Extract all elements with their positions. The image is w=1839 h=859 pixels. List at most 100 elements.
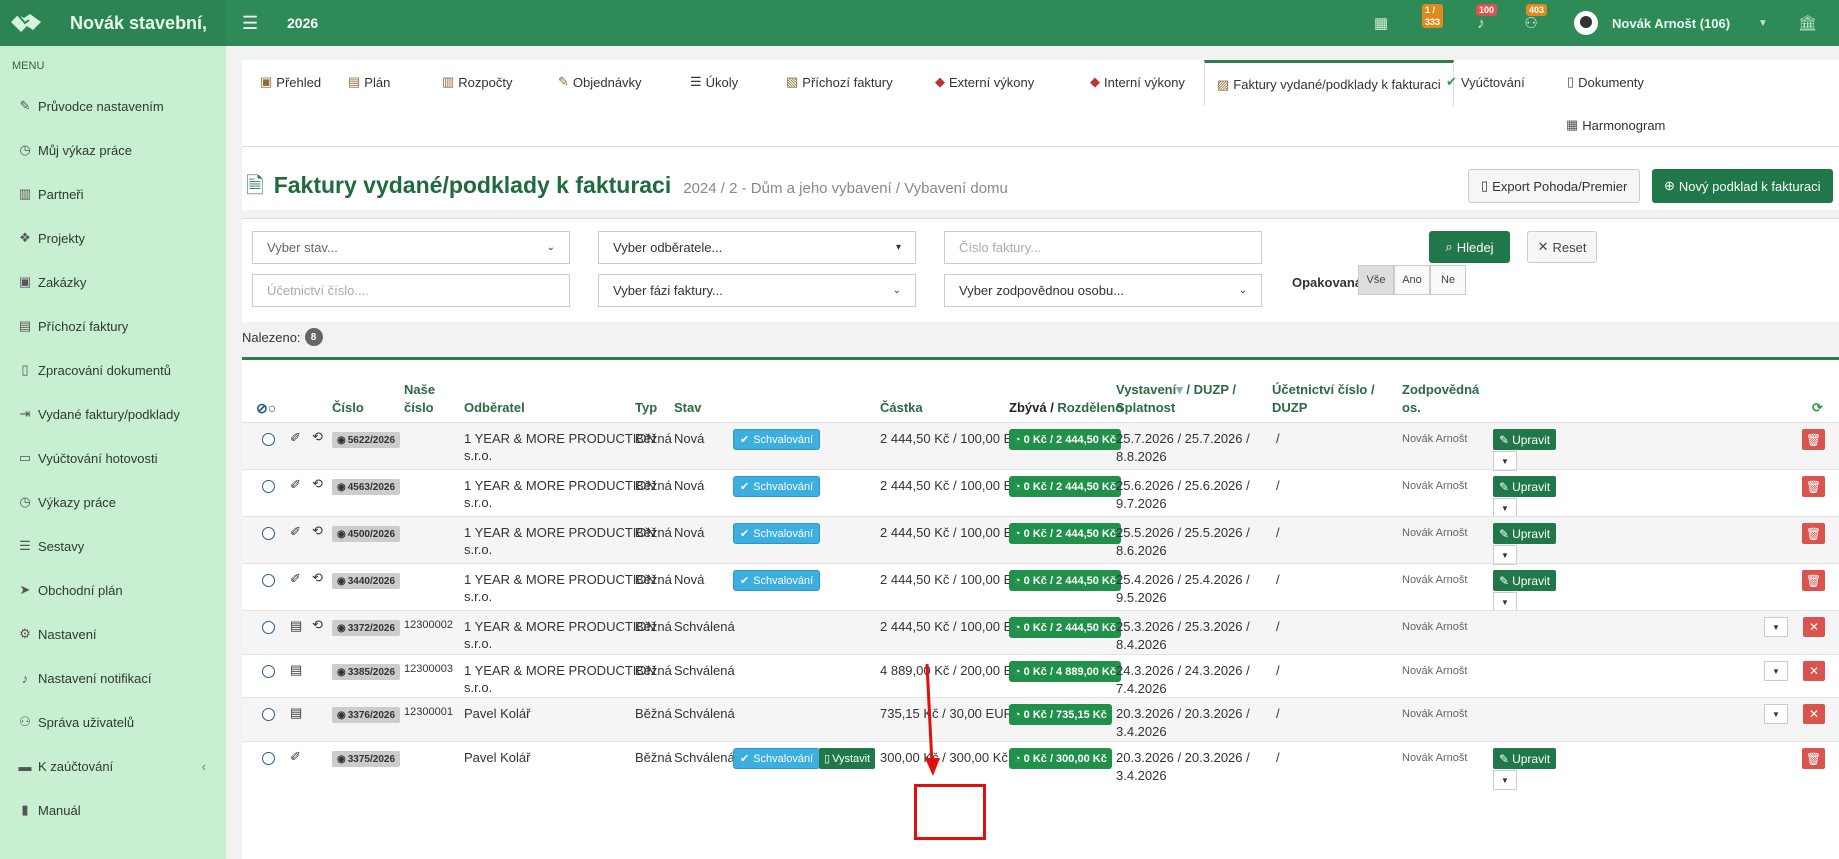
approval-badge[interactable]: ✔ Schvalování: [733, 570, 821, 591]
accounting-number-input[interactable]: Účetnictví číslo....: [252, 274, 570, 307]
issue-button[interactable]: ▯ Vystavit: [819, 748, 876, 769]
wand-icon[interactable]: ✐: [290, 571, 301, 587]
sidebar-item-5[interactable]: ▤ Příchozí faktury: [0, 304, 226, 348]
sidebar-item-7[interactable]: ⇥ Vydané faktury/podklady: [0, 392, 226, 436]
sidebar-item-2[interactable]: ▥ Partneři: [0, 172, 226, 216]
sidebar-item-11[interactable]: ➤ Obchodní plán: [0, 568, 226, 612]
wand-icon[interactable]: ✐: [290, 477, 301, 493]
sidebar-item-13[interactable]: ♪ Nastavení notifikací: [0, 656, 226, 700]
select-all-icon[interactable]: ⊘○: [256, 400, 276, 417]
wand-icon[interactable]: ✐: [290, 524, 301, 540]
more-dropdown[interactable]: ▼: [1764, 704, 1788, 724]
tab-ukoly[interactable]: ☰ Úkoly: [678, 60, 750, 104]
sidebar-item-10[interactable]: ☰ Sestavy: [0, 524, 226, 568]
tab-vyuctovani[interactable]: ✔ Vyúčtování: [1434, 60, 1537, 104]
col-odberatel[interactable]: Odběratel: [464, 400, 525, 415]
invoice-number-badge[interactable]: ◉ 4500/2026: [332, 526, 401, 542]
sidebar-item-0[interactable]: ✎ Průvodce nastavením: [0, 84, 226, 128]
more-dropdown[interactable]: ▼: [1493, 451, 1517, 471]
sidebar-item-15[interactable]: ▬ K zaúčtování ‹: [0, 744, 226, 788]
hamburger-menu-icon[interactable]: ☰: [242, 13, 262, 34]
bell-icon[interactable]: ♪ 100: [1470, 4, 1498, 34]
people-icon[interactable]: ⚇ 403: [1520, 4, 1548, 34]
edit-button[interactable]: ✎ Upravit: [1493, 429, 1557, 450]
delete-button[interactable]: 🗑: [1802, 748, 1825, 769]
invoice-number-badge[interactable]: ◉ 3376/2026: [332, 707, 401, 723]
approval-badge[interactable]: ✔ Schvalování: [733, 429, 821, 450]
sidebar-item-9[interactable]: ◷ Výkazy práce: [0, 480, 226, 524]
col-stav[interactable]: Stav: [674, 400, 701, 415]
tab-harmonogram[interactable]: ▦ Harmonogram: [1554, 103, 1677, 147]
tab-prehled[interactable]: ▣ Přehled: [248, 60, 333, 104]
invoice-number-input[interactable]: Číslo faktury...: [944, 231, 1262, 264]
tab-prichozi-faktury[interactable]: ▧ Příchozí faktury: [774, 60, 905, 104]
tab-plan[interactable]: ▤ Plán: [336, 60, 402, 104]
sidebar-item-12[interactable]: ⚙ Nastavení: [0, 612, 226, 656]
sidebar-item-14[interactable]: ⚇ Správa uživatelů: [0, 700, 226, 744]
invoice-number-badge[interactable]: ◉ 3372/2026: [332, 620, 401, 636]
sidebar-item-8[interactable]: ▭ Vyúčtování hotovosti: [0, 436, 226, 480]
tab-faktury-vydane[interactable]: ▨ Faktury vydané/podklady k fakturaci: [1204, 60, 1454, 106]
edit-button[interactable]: ✎ Upravit: [1493, 748, 1557, 769]
cancel-button[interactable]: ✕: [1803, 661, 1825, 681]
tab-objednavky[interactable]: ✎ Objednávky: [546, 60, 654, 104]
new-invoice-button[interactable]: ⊕ Nový podklad k fakturaci: [1652, 169, 1833, 203]
col-cislo[interactable]: Číslo: [332, 400, 364, 415]
sidebar-item-16[interactable]: ▮ Manuál: [0, 788, 226, 832]
row-radio[interactable]: [262, 574, 275, 587]
row-radio[interactable]: [262, 527, 275, 540]
bank-icon[interactable]: 🏛: [1798, 14, 1817, 32]
invoice-number-badge[interactable]: ◉ 3440/2026: [332, 573, 401, 589]
row-radio[interactable]: [262, 621, 275, 634]
row-radio[interactable]: [262, 752, 275, 765]
more-dropdown[interactable]: ▼: [1493, 498, 1517, 518]
more-dropdown[interactable]: ▼: [1493, 545, 1517, 565]
edit-button[interactable]: ✎ Upravit: [1493, 523, 1557, 544]
more-dropdown[interactable]: ▼: [1493, 592, 1517, 612]
more-dropdown[interactable]: ▼: [1493, 770, 1517, 790]
row-radio[interactable]: [262, 433, 275, 446]
wand-icon[interactable]: ✐: [290, 430, 301, 446]
approval-badge[interactable]: ✔ Schvalování: [733, 748, 821, 769]
delete-button[interactable]: 🗑: [1802, 523, 1825, 544]
col-castka[interactable]: Částka: [880, 400, 923, 415]
sidebar-item-1[interactable]: ◷ Můj výkaz práce: [0, 128, 226, 172]
delete-button[interactable]: 🗑: [1802, 570, 1825, 591]
customer-select[interactable]: Vyber odběratele... ▾: [598, 231, 916, 264]
delete-button[interactable]: 🗑: [1802, 476, 1825, 497]
more-dropdown[interactable]: ▼: [1764, 661, 1788, 681]
cancel-button[interactable]: ✕: [1803, 617, 1825, 637]
sidebar-item-6[interactable]: ▯ Zpracování dokumentů: [0, 348, 226, 392]
invoice-number-badge[interactable]: ◉ 3375/2026: [332, 751, 401, 767]
recurring-yes-button[interactable]: Ano: [1394, 265, 1430, 295]
calendar-icon[interactable]: ▦: [1370, 12, 1392, 34]
year-selector[interactable]: 2026: [287, 15, 318, 31]
col-vystaveni[interactable]: Vystavení▾ / DUZP /: [1116, 382, 1236, 398]
row-radio[interactable]: [262, 480, 275, 493]
sidebar-item-3[interactable]: ❖ Projekty: [0, 216, 226, 260]
cancel-button[interactable]: ✕: [1803, 704, 1825, 724]
tab-externi-vykony[interactable]: ◆ Externí výkony: [923, 60, 1046, 104]
invoice-number-badge[interactable]: ◉ 5622/2026: [332, 432, 401, 448]
delete-button[interactable]: 🗑: [1802, 429, 1825, 450]
invoice-number-badge[interactable]: ◉ 3385/2026: [332, 664, 401, 680]
col-typ[interactable]: Typ: [635, 400, 657, 415]
person-select[interactable]: Vyber zodpovědnou osobu... ⌄: [944, 274, 1262, 307]
edit-button[interactable]: ✎ Upravit: [1493, 570, 1557, 591]
tab-dokumenty[interactable]: ▯ Dokumenty: [1555, 60, 1656, 104]
tasks-icon[interactable]: ☷1 / 333: [1420, 4, 1444, 34]
invoice-number-badge[interactable]: ◉ 4563/2026: [332, 479, 401, 495]
refresh-icon[interactable]: ⟳: [1812, 400, 1823, 416]
recurring-all-button[interactable]: Vše: [1358, 265, 1394, 295]
edit-button[interactable]: ✎ Upravit: [1493, 476, 1557, 497]
user-menu[interactable]: Novák Arnošt (106) ▼: [1574, 11, 1768, 35]
more-dropdown[interactable]: ▼: [1764, 617, 1788, 637]
state-select[interactable]: Vyber stav... ⌄: [252, 231, 570, 264]
tab-rozpocty[interactable]: ▥ Rozpočty: [430, 60, 525, 104]
export-button[interactable]: ▯ Export Pohoda/Premier: [1468, 169, 1641, 203]
tab-interni-vykony[interactable]: ◆ Interní výkony: [1078, 60, 1197, 104]
wand-icon[interactable]: ✐: [290, 749, 301, 765]
recurring-no-button[interactable]: Ne: [1430, 265, 1466, 295]
approval-badge[interactable]: ✔ Schvalování: [733, 523, 821, 544]
phase-select[interactable]: Vyber fázi faktury... ⌄: [598, 274, 916, 307]
